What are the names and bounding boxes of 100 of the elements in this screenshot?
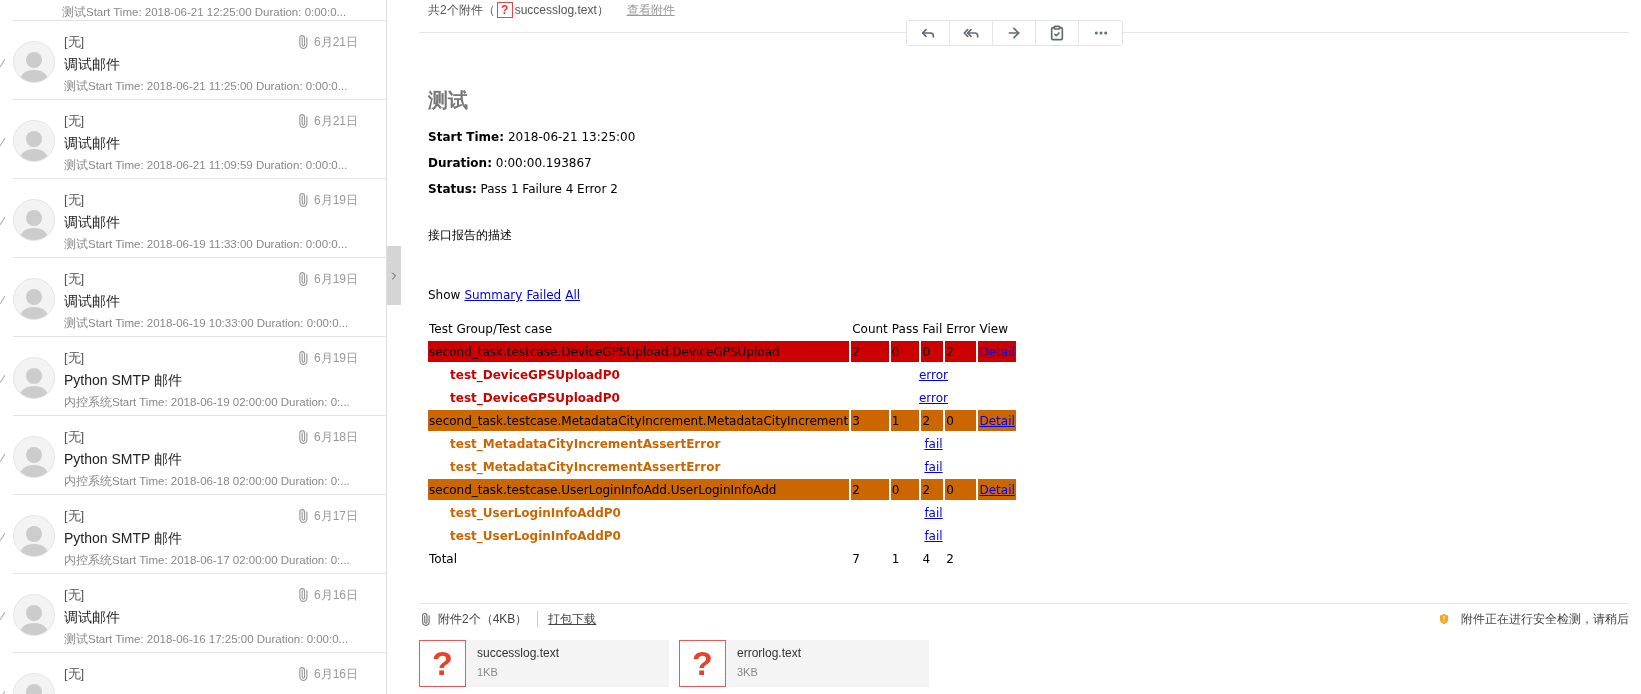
mail-item[interactable]: [无] 6月16日 调试邮件 测试Start Time: 2018-06-16 17:25:00 Duration: 0:00:0... — [13, 574, 386, 653]
test-case-name: test_DeviceGPSUploadP0 — [449, 366, 621, 385]
table-cell: 0 — [945, 479, 977, 500]
mail-item[interactable]: [无] 6月18日 Python SMTP 邮件 内控系统Start Time: 2018-06-18 02:00:00 Duration: 0:... — [13, 416, 386, 495]
filter-label: Show — [428, 288, 461, 302]
table-cell-text: 7 — [851, 550, 861, 568]
shield-icon — [1437, 611, 1451, 626]
group-name-cell: second_task.testcase.UserLoginInfoAdd.UserLoginInfoAdd — [428, 479, 850, 500]
mail-preview: 测试Start Time: 2018-06-21 12:25:00 Duration: 0:00:0... — [62, 5, 347, 20]
tick-icon — [0, 296, 5, 304]
column-header: Pass — [890, 320, 920, 338]
filter-link[interactable]: All — [565, 288, 581, 302]
report-field: Status: Pass 1 Failure 4 Error 2 — [428, 182, 1629, 208]
group-name-cell: second_task.testcase.MetadataCityIncrement.MetadataCityIncrement — [428, 410, 850, 431]
mail-subject: Python SMTP 邮件 — [64, 372, 183, 390]
attachment-name: successlog.text — [514, 3, 597, 17]
mail-item[interactable]: [无] 6月17日 Python SMTP 邮件 内控系统Start Time: 2018-06-17 02:00:00 Duration: 0:... — [13, 495, 386, 574]
filter-link[interactable]: Summary — [464, 288, 523, 302]
mail-sender: [无] — [64, 586, 86, 604]
mail-preview: 测试Start Time: 2018-06-21 11:09:59 Duration: 0:00:0... — [64, 158, 349, 173]
avatar — [13, 278, 55, 320]
mail-sender: [无] — [64, 507, 86, 525]
download-all-link[interactable]: 打包下载 — [548, 610, 597, 628]
avatar — [13, 436, 55, 478]
mail-preview: 测试Start Time: 2018-06-19 11:33:00 Duration: 0:00:0... — [64, 237, 349, 252]
status-link[interactable]: fail — [924, 528, 943, 543]
file-name: errorlog.text — [737, 646, 802, 660]
mail-date: 6月19日 — [313, 270, 358, 288]
mail-date: 6月18日 — [313, 428, 358, 446]
table-cell-text: 4 — [921, 550, 932, 568]
reply-button[interactable] — [907, 21, 950, 45]
mail-date: 6月21日 — [313, 33, 358, 51]
mail-item[interactable]: [无] 6月21日 调试邮件 测试Start Time: 2018-06-21 11:25:00 Duration: 0:00:0... — [13, 21, 386, 100]
file-name: successlog.text — [477, 646, 560, 660]
mail-item[interactable]: [无] 6月19日 调试邮件 测试Start Time: 2018-06-19 11:33:00 Duration: 0:00:0... — [13, 179, 386, 258]
mail-sender: [无] — [64, 665, 86, 683]
attachment-card[interactable]: ? successlog.text 1KB — [419, 640, 669, 687]
status-link[interactable]: fail — [924, 505, 943, 520]
attachment-bracket: ） — [596, 1, 609, 19]
table-cell: 0 — [945, 410, 977, 431]
column-header: Error — [945, 320, 977, 338]
file-icon: ? — [419, 640, 466, 687]
test-case-name: test_MetadataCityIncrementAssertError — [449, 458, 722, 477]
avatar — [13, 357, 55, 399]
table-cell: 0 — [890, 341, 920, 362]
mail-sender: [无] — [64, 349, 86, 367]
mail-item[interactable]: [无] 6月21日 调试邮件 测试Start Time: 2018-06-21 11:09:59 Duration: 0:00:0... — [13, 100, 386, 179]
status-link[interactable]: error — [918, 367, 949, 382]
table-cell: 2 — [851, 479, 889, 500]
group-name-cell: second_task.testcase.DeviceGPSUpload.DeviceGPSUpload — [428, 341, 850, 362]
tick-icon — [0, 217, 5, 225]
report-field: Start Time: 2018-06-21 13:25:00 — [428, 130, 1629, 156]
avatar — [13, 594, 55, 636]
mail-sender: [无] — [64, 270, 86, 288]
column-header: Test Group/Test case — [428, 320, 554, 338]
mail-preview: 测试Start Time: 2018-06-19 10:33:00 Duration: 0:00:0... — [64, 316, 350, 331]
table-cell-text: Total — [428, 550, 459, 568]
table-cell: 0 — [890, 479, 920, 500]
status-link[interactable]: fail — [924, 436, 943, 451]
tick-icon — [0, 375, 5, 383]
table-cell-text: 2 — [945, 550, 955, 568]
table-cell: 2 — [945, 341, 977, 362]
tick-icon — [0, 454, 5, 462]
table-cell-text: 1 — [890, 550, 901, 568]
test-case-name: test_UserLoginInfoAddP0 — [449, 504, 622, 523]
file-icon: ? — [496, 2, 513, 18]
mail-subject: 调试邮件 — [64, 293, 121, 311]
report-field: Duration: 0:00:00.193867 — [428, 156, 1629, 182]
mail-subject: 调试邮件 — [64, 609, 121, 627]
mail-preview: 测试Start Time: 2018-06-21 11:25:00 Duration: 0:00:0... — [64, 79, 349, 94]
filter-link[interactable]: Failed — [526, 288, 562, 302]
avatar — [13, 41, 55, 83]
mail-sender: [无] — [64, 112, 86, 130]
tick-icon — [0, 612, 5, 620]
mail-preview: 测试Start Time: 2018-06-16 17:25:00 Duration: 0:00:0... — [64, 632, 350, 647]
tick-icon — [0, 59, 5, 67]
mail-date: 6月17日 — [313, 507, 358, 525]
test-case-name: test_DeviceGPSUploadP0 — [449, 389, 621, 408]
mail-item[interactable]: [无] 6月16日 — [13, 653, 386, 694]
table-cell: 0 — [921, 341, 944, 362]
report-title: 测试 — [428, 88, 469, 113]
mail-item[interactable]: [无] 6月19日 调试邮件 测试Start Time: 2018-06-19 10:33:00 Duration: 0:00:0... — [13, 258, 386, 337]
column-header: View — [978, 320, 1009, 338]
avatar — [13, 199, 55, 241]
file-icon: ? — [679, 640, 726, 687]
mail-subject: 调试邮件 — [64, 56, 121, 74]
mail-item[interactable]: [无] 6月19日 Python SMTP 邮件 内控系统Start Time: 2018-06-19 02:00:00 Duration: 0:... — [13, 337, 386, 416]
mail-date: 6月19日 — [313, 349, 358, 367]
mail-date: 6月16日 — [313, 586, 358, 604]
status-link[interactable]: error — [918, 390, 949, 405]
tick-icon — [0, 138, 5, 146]
test-case-name: test_UserLoginInfoAddP0 — [449, 527, 622, 546]
report-description: 接口报告的描述 — [428, 227, 513, 244]
column-header: Fail — [921, 320, 944, 338]
file-size: 1KB — [477, 666, 499, 678]
status-link[interactable]: fail — [924, 459, 943, 474]
mail-sender: [无] — [64, 191, 86, 209]
collapse-handle[interactable] — [387, 246, 401, 305]
attachment-card[interactable]: ? errorlog.text 3KB — [679, 640, 929, 687]
avatar — [13, 515, 55, 557]
